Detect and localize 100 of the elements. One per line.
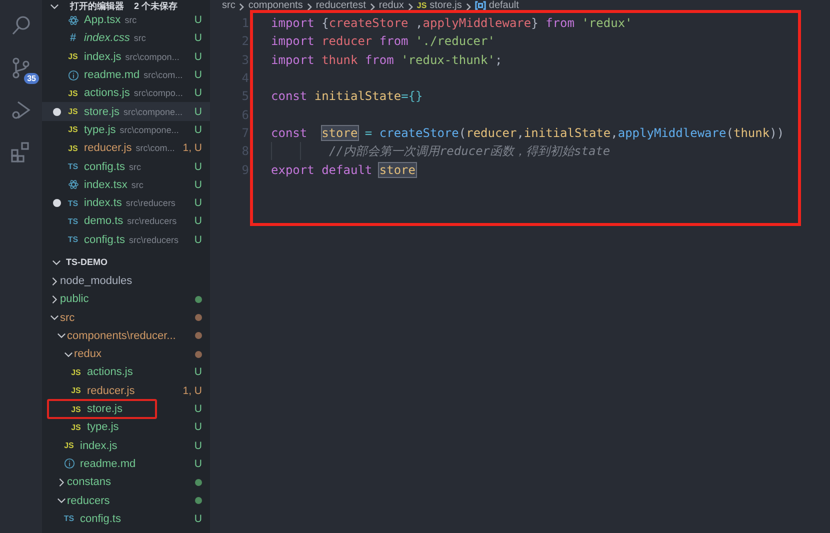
folder-name[interactable]: src <box>60 312 75 324</box>
js-file-icon: JS <box>66 50 80 63</box>
file-path: src <box>134 33 146 44</box>
git-status: U <box>194 106 202 118</box>
git-status: U <box>194 50 202 63</box>
folder-name[interactable]: public <box>60 293 89 306</box>
section-title: 打开的编辑器 <box>70 2 124 11</box>
file-name: type.js <box>84 124 116 136</box>
code-line: const initialState={} <box>271 89 423 104</box>
chevron-right-icon <box>464 3 472 11</box>
code-line: export default store <box>271 162 416 177</box>
js-file-icon: JS <box>69 403 83 416</box>
atom-icon <box>66 178 80 191</box>
file-name: index.ts <box>84 197 122 210</box>
file-name[interactable]: config.ts <box>80 512 121 525</box>
file-path: src\compone... <box>123 106 182 117</box>
info-icon <box>66 69 80 82</box>
file-path: src <box>124 15 137 26</box>
ts-file-icon: TS <box>66 215 80 228</box>
git-status: U <box>194 69 202 82</box>
code-line: import thunk from 'redux-thunk'; <box>271 52 502 67</box>
open-editor-row[interactable]: JS reducer.js src\com... 1, U <box>42 139 210 158</box>
ts-file-icon: TS <box>66 160 80 173</box>
file-path: src\reducers <box>126 198 176 208</box>
folder-name[interactable]: redux <box>74 348 102 360</box>
file-name: index.tsx <box>84 178 128 191</box>
open-editor-row[interactable]: readme.md src\com... U <box>42 66 210 84</box>
file-path: src\com... <box>144 70 183 80</box>
folder-name[interactable]: constans <box>67 476 112 488</box>
git-status: 1, U <box>182 384 202 397</box>
file-path: src\reducers <box>127 216 177 226</box>
folder-name[interactable]: components\reducer... <box>67 330 176 342</box>
folder-name[interactable]: reducers <box>67 494 110 507</box>
open-editor-row[interactable]: TS demo.ts src\reducers U <box>42 212 210 231</box>
git-status: U <box>194 197 202 210</box>
breadcrumb-item[interactable]: redux <box>378 1 404 11</box>
git-status: U <box>194 234 202 246</box>
brackets-icon <box>474 0 486 11</box>
file-path: src <box>131 180 144 190</box>
open-editor-row[interactable]: # index.css src U <box>42 29 210 48</box>
git-status: U <box>194 124 202 136</box>
git-status: 1, U <box>182 142 202 154</box>
unsaved-count: 2 个未保存 <box>134 2 178 11</box>
open-editor-row[interactable]: JS type.js src\compone... U <box>42 120 210 140</box>
js-file-icon: JS <box>66 142 80 154</box>
file-path: src\reducers <box>128 234 178 245</box>
file-name[interactable]: actions.js <box>87 366 133 378</box>
file-name: readme.md <box>84 69 140 82</box>
chevron-right-icon <box>368 3 376 11</box>
js-file-icon: JS <box>66 124 80 136</box>
ts-file-icon: TS <box>66 197 80 210</box>
git-status: U <box>194 178 202 191</box>
file-name: index.js <box>84 50 122 63</box>
open-editor-row[interactable]: JS store.js src\compone... U <box>42 102 210 121</box>
js-file-icon: JS <box>66 106 80 118</box>
js-file-icon: JS <box>66 87 80 100</box>
folder-name[interactable]: node_modules <box>60 275 132 287</box>
breadcrumb-item[interactable]: components <box>248 1 303 11</box>
breadcrumb-item[interactable]: store.js <box>430 1 462 11</box>
git-status: U <box>194 215 202 228</box>
file-name[interactable]: index.js <box>80 440 118 452</box>
git-status: U <box>194 440 202 452</box>
file-name: config.ts <box>84 234 125 246</box>
file-name: reducer.js <box>84 142 132 154</box>
hash-icon: # <box>66 32 80 44</box>
open-editor-row[interactable]: JS actions.js src\compo... U <box>42 84 210 102</box>
git-status: U <box>194 160 202 173</box>
js-file-icon: JS <box>69 384 83 397</box>
git-status: U <box>194 366 202 378</box>
breadcrumb-item[interactable]: reducertest <box>316 1 366 11</box>
file-name: demo.ts <box>84 215 124 228</box>
file-name: actions.js <box>84 87 130 100</box>
js-file-icon: JS <box>62 440 76 452</box>
git-status: U <box>194 421 202 434</box>
file-path: src\compone... <box>120 124 179 135</box>
chevron-right-icon <box>406 3 414 11</box>
file-name[interactable]: reducer.js <box>87 384 135 397</box>
open-editor-row[interactable]: index.tsx src U <box>42 176 210 194</box>
file-name[interactable]: store.js <box>87 403 122 416</box>
breadcrumb-item[interactable]: src <box>222 1 236 11</box>
git-status: U <box>194 403 202 416</box>
js-file-icon: JS <box>69 366 83 378</box>
code-line: const store = createStore(reducer,initialState,applyMiddleware(thunk)) <box>271 126 784 140</box>
section-title: TS-DEMO <box>66 257 108 268</box>
atom-icon <box>66 14 80 26</box>
open-editor-row[interactable]: TS index.ts src\reducers U <box>42 194 210 212</box>
file-name: config.ts <box>84 160 125 173</box>
open-editor-row[interactable]: TS config.ts src\reducers U <box>42 230 210 249</box>
ts-file-icon: TS <box>66 234 80 246</box>
ts-file-icon: TS <box>62 512 76 525</box>
open-editor-row[interactable]: JS index.js src\compon... U <box>42 48 210 66</box>
file-path: src\com... <box>136 143 175 154</box>
open-editor-row[interactable]: App.tsx src U <box>42 11 210 30</box>
breadcrumb-item[interactable]: default <box>488 1 519 11</box>
code-line: //内部会第一次调用reducer函数，得到初始state <box>329 142 610 160</box>
open-editor-row[interactable]: TS config.ts src U <box>42 157 210 176</box>
file-name[interactable]: type.js <box>87 421 119 434</box>
file-name[interactable]: readme.md <box>80 458 136 470</box>
info-icon <box>62 458 76 470</box>
file-name: App.tsx <box>84 14 121 26</box>
